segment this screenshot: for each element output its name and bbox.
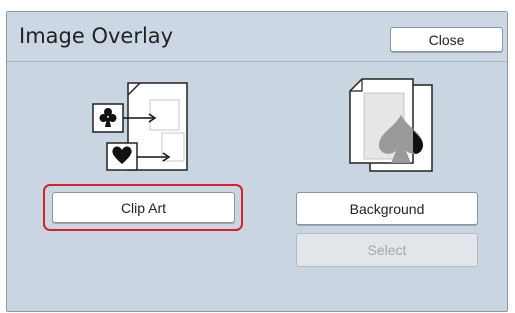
clip-art-icon <box>83 77 207 177</box>
dialog-header: Image Overlay Close <box>7 12 507 62</box>
clip-art-button[interactable]: Clip Art <box>52 192 235 223</box>
background-button[interactable]: Background <box>296 192 478 225</box>
background-icon <box>341 75 437 180</box>
dialog-title: Image Overlay <box>19 24 174 48</box>
image-overlay-dialog: Image Overlay Close Clip Art Background … <box>6 11 508 312</box>
close-button[interactable]: Close <box>390 27 503 52</box>
select-button[interactable]: Select <box>296 233 478 267</box>
